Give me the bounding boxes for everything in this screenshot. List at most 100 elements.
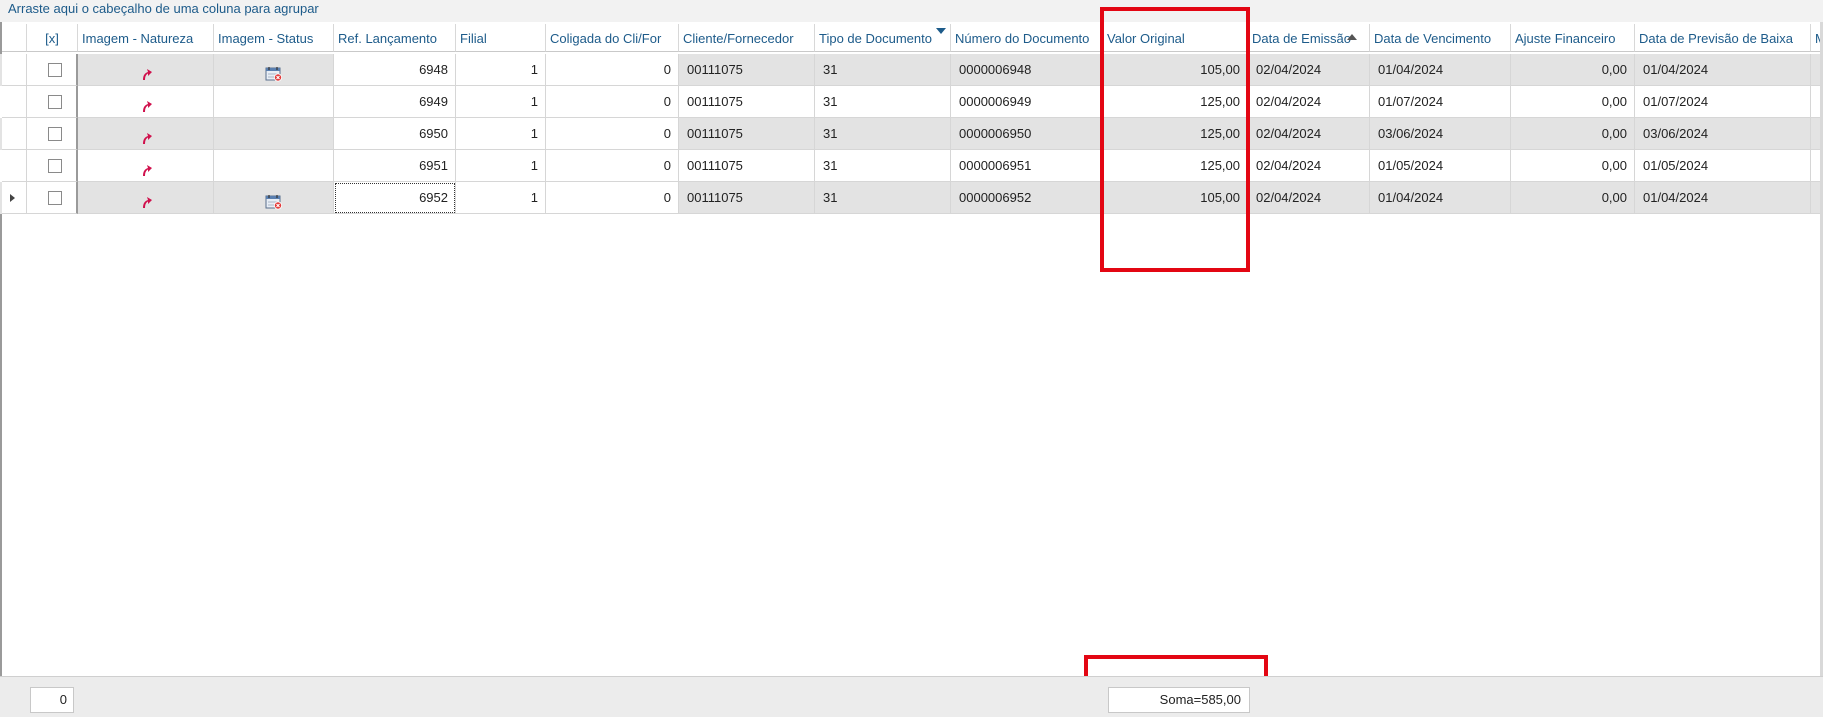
table-row[interactable]: 6949 1 0 00111075 31 0000006949 125,00 02/04/20… <box>0 86 1823 118</box>
cell-ajuste[interactable]: 0,00 <box>1511 150 1635 182</box>
column-header-label: Data de Previsão de Baixa <box>1639 31 1793 46</box>
cell-filial[interactable]: 1 <box>456 54 546 86</box>
cell-emissao[interactable]: 02/04/2024 <box>1248 150 1370 182</box>
cell-emissao[interactable]: 02/04/2024 <box>1248 86 1370 118</box>
cell-vencimento[interactable]: 03/06/2024 <box>1370 118 1511 150</box>
cell-emissao[interactable]: 02/04/2024 <box>1248 182 1370 214</box>
cell-numero[interactable]: 0000006950 <box>951 118 1103 150</box>
row-select-cell[interactable] <box>27 54 78 86</box>
cell-ref[interactable]: 6952 <box>334 182 456 214</box>
row-select-cell[interactable] <box>27 182 78 214</box>
cell-coligada[interactable]: 0 <box>546 182 679 214</box>
cell-ref[interactable]: 6950 <box>334 118 456 150</box>
cell-natureza[interactable] <box>78 86 214 118</box>
cell-filial[interactable]: 1 <box>456 86 546 118</box>
column-header-filial[interactable]: Filial <box>456 24 546 52</box>
row-checkbox[interactable] <box>48 191 62 205</box>
column-header-ref[interactable]: Ref. Lançamento <box>334 24 456 52</box>
row-checkbox[interactable] <box>48 63 62 77</box>
cell-vencimento[interactable]: 01/04/2024 <box>1370 182 1511 214</box>
row-indicator-cell <box>2 182 27 214</box>
column-header-tipo[interactable]: Tipo de Documento <box>815 24 951 52</box>
cell-ajuste[interactable]: 0,00 <box>1511 182 1635 214</box>
cell-previsao[interactable]: 01/07/2024 <box>1635 86 1811 118</box>
column-header-previsao[interactable]: Data de Previsão de Baixa <box>1635 24 1811 52</box>
cell-numero[interactable]: 0000006948 <box>951 54 1103 86</box>
cell-status[interactable] <box>214 118 334 150</box>
cell-status[interactable] <box>214 182 334 214</box>
row-select-cell[interactable] <box>27 150 78 182</box>
cell-ref[interactable]: 6949 <box>334 86 456 118</box>
cell-filial[interactable]: 1 <box>456 150 546 182</box>
sort-ascending-icon[interactable] <box>1347 34 1357 40</box>
column-header-sel[interactable]: [x] <box>27 24 78 52</box>
column-header-label: Tipo de Documento <box>819 31 932 46</box>
cell-natureza[interactable] <box>78 182 214 214</box>
cell-previsao[interactable]: 03/06/2024 <box>1635 118 1811 150</box>
column-header-numero[interactable]: Número do Documento <box>951 24 1103 52</box>
cell-emissao[interactable]: 02/04/2024 <box>1248 54 1370 86</box>
cell-coligada[interactable]: 0 <box>546 150 679 182</box>
cell-emissao[interactable]: 02/04/2024 <box>1248 118 1370 150</box>
sum-total-field: Soma=585,00 <box>1108 687 1250 713</box>
table-row[interactable]: 6950 1 0 00111075 31 0000006950 125,00 02/04/20… <box>0 118 1823 150</box>
cell-ref[interactable]: 6951 <box>334 150 456 182</box>
cell-natureza[interactable] <box>78 54 214 86</box>
cell-natureza[interactable] <box>78 150 214 182</box>
row-checkbox[interactable] <box>48 159 62 173</box>
cell-cliente[interactable]: 00111075 <box>679 54 815 86</box>
cell-coligada[interactable]: 0 <box>546 54 679 86</box>
row-checkbox[interactable] <box>48 127 62 141</box>
record-count-field: 0 <box>30 687 74 713</box>
column-header-coligada[interactable]: Coligada do Cli/For <box>546 24 679 52</box>
column-header-natureza[interactable]: Imagem - Natureza <box>78 24 214 52</box>
header-row-indicator <box>2 24 27 52</box>
row-checkbox[interactable] <box>48 95 62 109</box>
group-by-panel[interactable]: Arraste aqui o cabeçalho de uma coluna p… <box>0 0 1823 23</box>
cell-tipo[interactable]: 31 <box>815 118 951 150</box>
column-header-status[interactable]: Imagem - Status <box>214 24 334 52</box>
column-header-cliente[interactable]: Cliente/Fornecedor <box>679 24 815 52</box>
cell-cliente[interactable]: 00111075 <box>679 118 815 150</box>
cell-numero[interactable]: 0000006951 <box>951 150 1103 182</box>
cell-cliente[interactable]: 00111075 <box>679 182 815 214</box>
cell-vencimento[interactable]: 01/07/2024 <box>1370 86 1511 118</box>
cell-ajuste[interactable]: 0,00 <box>1511 54 1635 86</box>
cell-ajuste[interactable]: 0,00 <box>1511 118 1635 150</box>
nature-arrow-up-icon <box>138 62 154 80</box>
cell-previsao[interactable]: 01/05/2024 <box>1635 150 1811 182</box>
table-row[interactable]: 6952 1 0 00111075 31 0000006952 105,00 02/04/20… <box>0 182 1823 214</box>
cell-tipo[interactable]: 31 <box>815 86 951 118</box>
cell-vencimento[interactable]: 01/04/2024 <box>1370 54 1511 86</box>
cell-coligada[interactable]: 0 <box>546 86 679 118</box>
cell-tipo[interactable]: 31 <box>815 182 951 214</box>
filter-icon[interactable] <box>936 28 946 34</box>
column-header-ajuste[interactable]: Ajuste Financeiro <box>1511 24 1635 52</box>
cell-tipo[interactable]: 31 <box>815 54 951 86</box>
nature-arrow-up-icon <box>138 158 154 176</box>
cell-natureza[interactable] <box>78 118 214 150</box>
cell-cliente[interactable]: 00111075 <box>679 86 815 118</box>
cell-vencimento[interactable]: 01/05/2024 <box>1370 150 1511 182</box>
cell-status[interactable] <box>214 150 334 182</box>
table-row[interactable]: 6948 1 0 00111075 31 0000006948 105,00 02/04/20… <box>0 54 1823 86</box>
row-select-cell[interactable] <box>27 86 78 118</box>
cell-numero[interactable]: 0000006952 <box>951 182 1103 214</box>
cell-status[interactable] <box>214 86 334 118</box>
cell-previsao[interactable]: 01/04/2024 <box>1635 182 1811 214</box>
cell-tipo[interactable]: 31 <box>815 150 951 182</box>
cell-ref[interactable]: 6948 <box>334 54 456 86</box>
cell-previsao[interactable]: 01/04/2024 <box>1635 54 1811 86</box>
cell-filial[interactable]: 1 <box>456 118 546 150</box>
cell-numero[interactable]: 0000006949 <box>951 86 1103 118</box>
cell-status[interactable] <box>214 54 334 86</box>
column-header-emissao[interactable]: Data de Emissão <box>1248 24 1370 52</box>
column-header-vencimento[interactable]: Data de Vencimento <box>1370 24 1511 52</box>
row-select-cell[interactable] <box>27 118 78 150</box>
cell-cliente[interactable]: 00111075 <box>679 150 815 182</box>
cell-coligada[interactable]: 0 <box>546 118 679 150</box>
cell-ajuste[interactable]: 0,00 <box>1511 86 1635 118</box>
cell-filial[interactable]: 1 <box>456 182 546 214</box>
table-row[interactable]: 6951 1 0 00111075 31 0000006951 125,00 02/04/20… <box>0 150 1823 182</box>
row-indicator-cell <box>2 150 27 182</box>
